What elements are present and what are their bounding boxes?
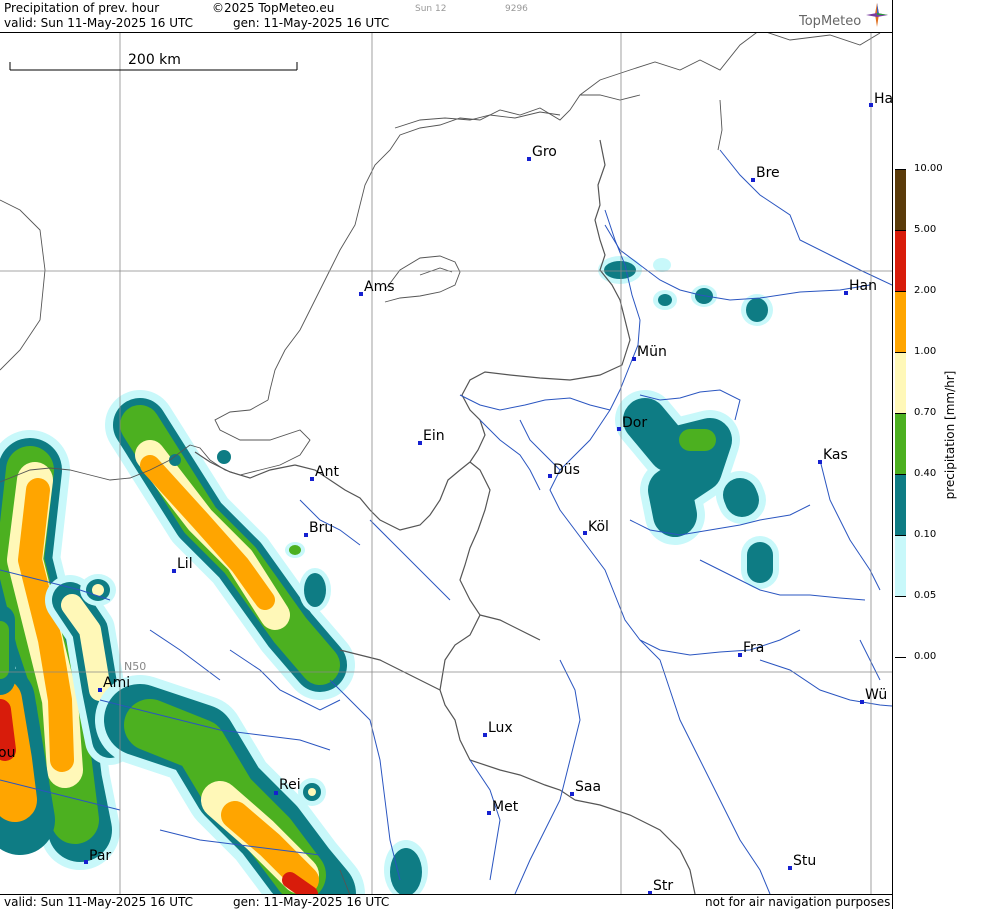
- latitude-label: N50: [124, 660, 146, 673]
- city-lil: Lil: [172, 556, 193, 573]
- svg-text:Stu: Stu: [793, 853, 816, 869]
- legend-tick: [895, 413, 906, 414]
- svg-text:Fra: Fra: [743, 640, 764, 656]
- city-han: Han: [844, 278, 877, 295]
- legend-level-label: 0.05: [914, 590, 937, 601]
- city-dor: Dor: [617, 415, 647, 431]
- legend-level-label: 1.00: [914, 346, 937, 357]
- city-rou: ou: [0, 745, 15, 761]
- svg-text:Wü: Wü: [865, 687, 887, 703]
- svg-text:ou: ou: [0, 745, 15, 761]
- city-ein: Ein: [418, 428, 445, 445]
- precip-cells-west: [0, 390, 428, 894]
- legend-level-label: 0.40: [914, 468, 937, 479]
- svg-text:Ein: Ein: [423, 428, 445, 444]
- legend-level-label: 2.00: [914, 285, 937, 296]
- city-ami: Ami: [98, 675, 130, 692]
- svg-text:Ant: Ant: [315, 464, 339, 480]
- city-bre: Bre: [751, 165, 780, 182]
- legend-panel: [893, 0, 983, 909]
- svg-text:Bru: Bru: [309, 520, 333, 536]
- svg-text:Gro: Gro: [532, 144, 557, 160]
- city-bru: Bru: [304, 520, 333, 537]
- city-met: Met: [487, 799, 519, 815]
- valid-time: valid: Sun 11-May-2025 16 UTC: [4, 16, 193, 30]
- city-fra: Fra: [738, 640, 764, 657]
- small-day-label: Sun 12: [415, 4, 447, 14]
- legend-tick: [895, 596, 906, 597]
- svg-text:Köl: Köl: [588, 519, 609, 535]
- legend-swatch-light-yellow: [895, 352, 906, 413]
- rivers: [0, 149, 892, 894]
- copyright-text: ©2025 TopMeteo.eu: [212, 1, 335, 15]
- city-wu: Wü: [860, 687, 887, 704]
- legend-tick: [895, 474, 906, 475]
- legend-swatch-light-cyan: [895, 535, 906, 596]
- svg-text:Lux: Lux: [488, 720, 513, 736]
- legend-level-label: 0.10: [914, 529, 937, 540]
- svg-text:Ha: Ha: [874, 91, 892, 107]
- legend-swatch-white: [895, 596, 906, 657]
- map-header: Precipitation of prev. hour ©2025 TopMet…: [0, 0, 892, 33]
- compass-logo-icon: [866, 3, 888, 27]
- city-par: Par: [84, 848, 111, 864]
- svg-text:Par: Par: [89, 848, 111, 864]
- legend-tick: [895, 169, 906, 170]
- city-kas: Kas: [818, 447, 848, 464]
- map-footer: valid: Sun 11-May-2025 16 UTC gen: 11-Ma…: [0, 894, 892, 910]
- footer-generated-time: gen: 11-May-2025 16 UTC: [233, 895, 390, 909]
- generated-time: gen: 11-May-2025 16 UTC: [233, 16, 390, 30]
- city-lux: Lux: [483, 720, 513, 737]
- legend-tick: [895, 352, 906, 353]
- navigation-disclaimer: not for air navigation purposes: [705, 895, 891, 909]
- precipitation-map[interactable]: 200 km N50 Ha Gro Bre Ams Han Mün Ein Do…: [0, 33, 892, 894]
- svg-text:Saa: Saa: [575, 779, 601, 795]
- svg-text:Düs: Düs: [553, 462, 580, 478]
- legend-tick: [895, 535, 906, 536]
- city-ant: Ant: [310, 464, 339, 481]
- city-str: Str: [648, 878, 673, 894]
- svg-text:Met: Met: [492, 799, 519, 815]
- svg-text:Lil: Lil: [177, 556, 193, 572]
- legend-level-label: 0.70: [914, 407, 937, 418]
- city-mun: Mün: [632, 344, 667, 361]
- legend-swatch-red: [895, 230, 906, 291]
- product-title: Precipitation of prev. hour: [4, 1, 160, 15]
- svg-text:Rei: Rei: [279, 777, 301, 793]
- brand-logo-text: TopMeteo: [799, 14, 862, 29]
- legend-tick: [895, 291, 906, 292]
- footer-valid-time: valid: Sun 11-May-2025 16 UTC: [4, 895, 193, 909]
- svg-text:Mün: Mün: [637, 344, 667, 360]
- svg-text:Kas: Kas: [823, 447, 848, 463]
- legend-level-label: 10.00: [914, 163, 943, 174]
- city-dus: Düs: [548, 462, 580, 478]
- legend-level-label: 5.00: [914, 224, 937, 235]
- svg-text:Han: Han: [849, 278, 877, 294]
- svg-text:Dor: Dor: [622, 415, 647, 431]
- city-stu: Stu: [788, 853, 816, 870]
- legend-swatch-teal: [895, 474, 906, 535]
- city-ha: Ha: [869, 91, 892, 107]
- small-code-label: 9296: [505, 4, 528, 14]
- legend-swatch-orange: [895, 291, 906, 352]
- svg-text:Ams: Ams: [364, 279, 395, 295]
- svg-text:Ami: Ami: [103, 675, 130, 691]
- scale-bar-label: 200 km: [128, 52, 181, 68]
- city-kol: Köl: [583, 519, 609, 535]
- svg-text:Str: Str: [653, 878, 673, 894]
- svg-text:Bre: Bre: [756, 165, 780, 181]
- legend-swatch-green: [895, 413, 906, 474]
- legend-swatch-brown: [895, 169, 906, 230]
- legend-tick: [895, 657, 906, 658]
- city-ams: Ams: [359, 279, 395, 296]
- city-saa: Saa: [570, 779, 601, 796]
- city-gro: Gro: [527, 144, 557, 161]
- legend-tick: [895, 230, 906, 231]
- legend-unit-label: precipitation [mm/hr]: [943, 370, 957, 500]
- legend-level-label: 0.00: [914, 651, 937, 662]
